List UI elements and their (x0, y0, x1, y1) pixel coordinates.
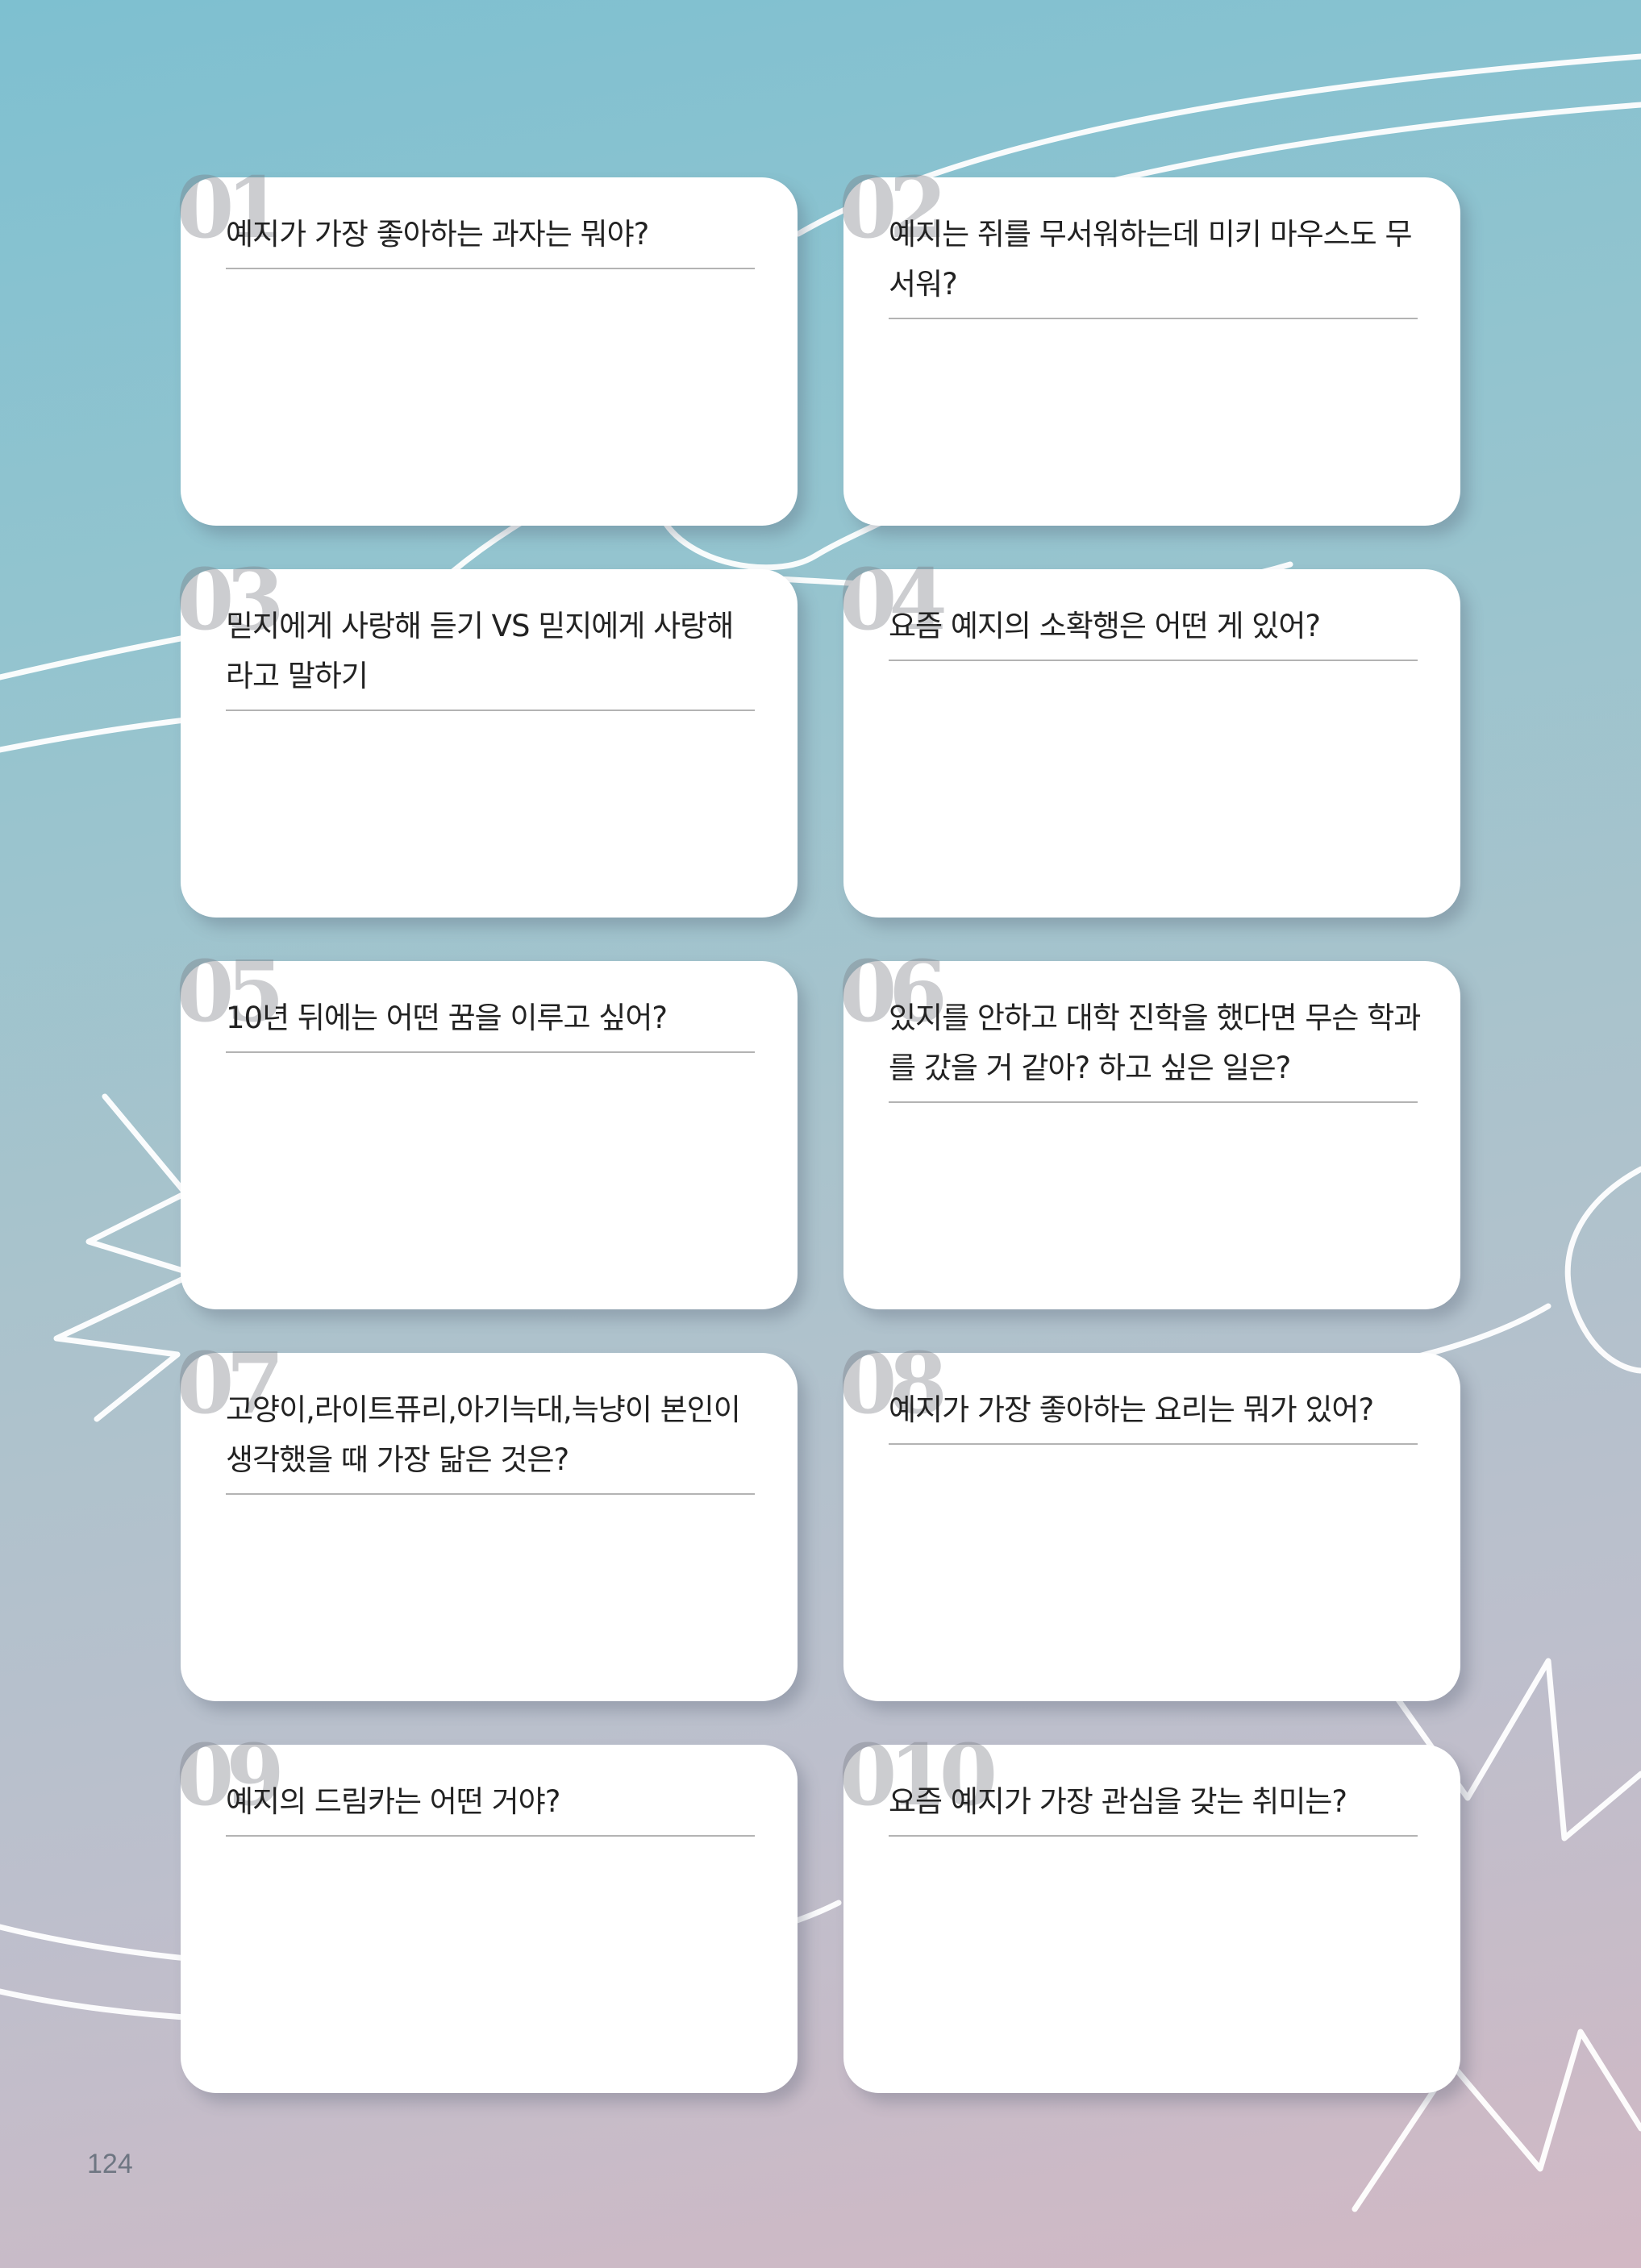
question-text: 있지를 안하고 대학 진학을 했다면 무슨 학과를 갔을 거 같아? 하고 싶은… (889, 1001, 1421, 1085)
answer-line (889, 1443, 1418, 1445)
page-number: 124 (87, 2149, 133, 2179)
question-card-06: 06 있지를 안하고 대학 진학을 했다면 무슨 학과를 갔을 거 같아? 하고… (839, 950, 1460, 1309)
question-text: 예지가 가장 좋아하는 요리는 뭐가 있어? (889, 1392, 1374, 1427)
question-card-04: 04 요즘 예지의 소확행은 어떤 게 있어? (839, 558, 1460, 918)
answer-line (889, 660, 1418, 661)
question-text: 예지의 드림카는 어떤 거야? (226, 1784, 560, 1819)
answer-line (226, 1493, 755, 1495)
answer-line (226, 1051, 755, 1053)
question-card-03: 03 믿지에게 사랑해 듣기 VS 믿지에게 사랑해 라고 말하기 (176, 558, 798, 918)
question-card-09: 09 예지의 드림카는 어떤 거야? (176, 1733, 798, 2093)
question-text: 고양이,라이트퓨리,아기늑대,늑냥이 본인이 생각했을 때 가장 닮은 것은? (226, 1392, 741, 1477)
question-card-10: 010 요즘 예지가 가장 관심을 갖는 취미는? (839, 1733, 1460, 2093)
answer-line (226, 1835, 755, 1837)
answer-line (226, 268, 755, 269)
question-card-07: 07 고양이,라이트퓨리,아기늑대,늑냥이 본인이 생각했을 때 가장 닮은 것… (176, 1342, 798, 1701)
question-card-05: 05 10년 뒤에는 어떤 꿈을 이루고 싶어? (176, 950, 798, 1309)
answer-line (889, 1835, 1418, 1837)
answer-line (889, 318, 1418, 319)
question-card-08: 08 예지가 가장 좋아하는 요리는 뭐가 있어? (839, 1342, 1460, 1701)
answer-line (889, 1101, 1418, 1103)
answer-line (226, 710, 755, 711)
question-card-01: 01 예지가 가장 좋아하는 과자는 뭐야? (176, 166, 798, 526)
question-text: 예지는 쥐를 무서워하는데 미키 마우스도 무서워? (889, 217, 1413, 302)
question-text: 믿지에게 사랑해 듣기 VS 믿지에게 사랑해 라고 말하기 (226, 609, 734, 693)
question-text: 10년 뒤에는 어떤 꿈을 이루고 싶어? (226, 1001, 668, 1035)
question-text: 요즘 예지가 가장 관심을 갖는 취미는? (889, 1784, 1347, 1819)
question-card-02: 02 예지는 쥐를 무서워하는데 미키 마우스도 무서워? (839, 166, 1460, 526)
question-text: 요즘 예지의 소확행은 어떤 게 있어? (889, 609, 1321, 643)
question-text: 예지가 가장 좋아하는 과자는 뭐야? (226, 217, 649, 252)
